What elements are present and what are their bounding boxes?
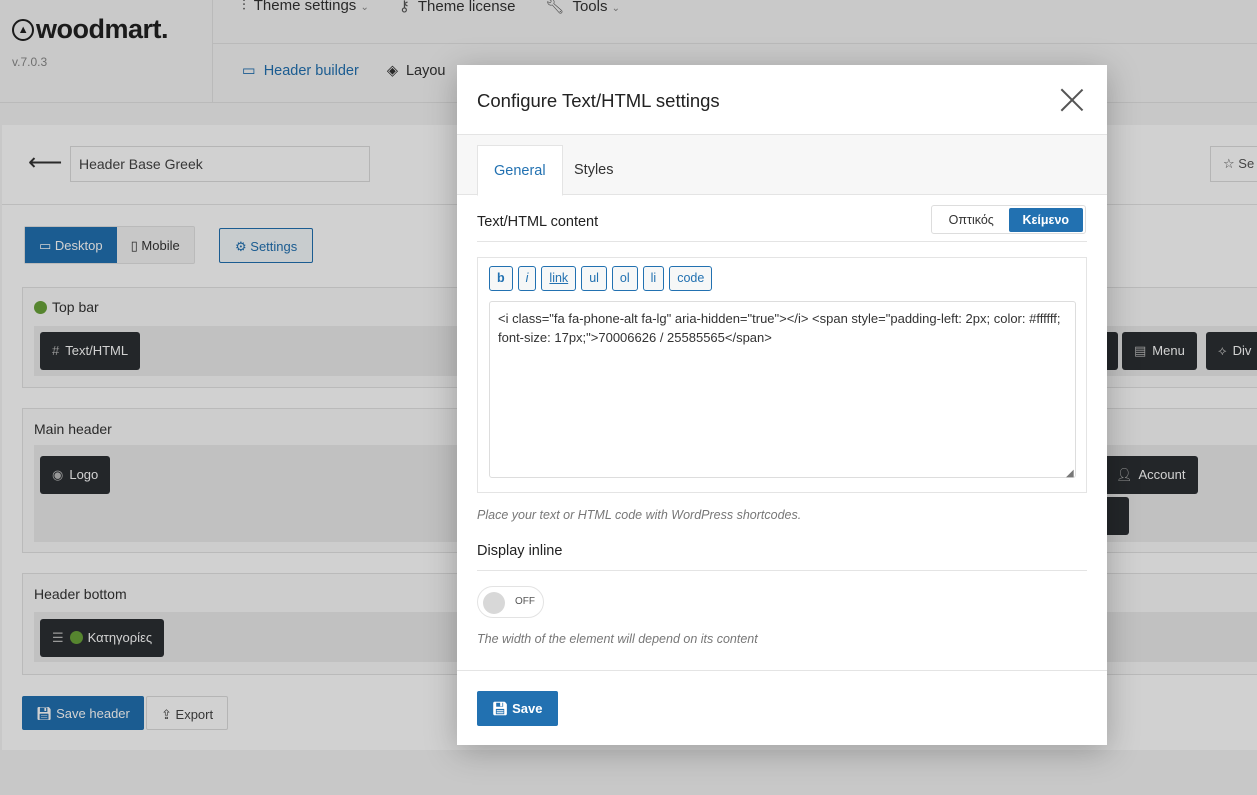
tab-general[interactable]: General bbox=[477, 145, 563, 196]
content-hint: Place your text or HTML code with WordPr… bbox=[477, 508, 802, 522]
quicktag-ul-button[interactable]: ul bbox=[581, 266, 607, 291]
display-inline-toggle[interactable]: OFF bbox=[477, 586, 544, 618]
quicktag-italic-button[interactable]: i bbox=[517, 266, 537, 291]
section-divider bbox=[477, 570, 1087, 571]
editor-box: b i link ul ol li code <i class="fa fa-p… bbox=[477, 257, 1087, 493]
quicktag-bold-button[interactable]: b bbox=[489, 266, 513, 291]
html-content-textarea[interactable]: <i class="fa fa-phone-alt fa-lg" aria-hi… bbox=[489, 301, 1076, 478]
quicktag-ol-button[interactable]: ol bbox=[611, 266, 638, 291]
mode-text[interactable]: Κείμενο bbox=[1008, 207, 1083, 232]
modal-footer-divider bbox=[457, 670, 1107, 671]
resize-handle-icon[interactable]: ◢ bbox=[1066, 468, 1074, 479]
save-button[interactable]: 💾︎ Save bbox=[477, 691, 558, 726]
display-inline-title: Display inline bbox=[477, 543, 563, 559]
modal-tabs: General Styles bbox=[457, 135, 1107, 196]
modal-header: Configure Text/HTML settings bbox=[457, 65, 1107, 135]
display-inline-hint: The width of the element will depend on … bbox=[477, 632, 758, 646]
section-divider bbox=[477, 241, 1087, 242]
modal-title: Configure Text/HTML settings bbox=[477, 90, 720, 111]
text-html-settings-modal: Configure Text/HTML settings General Sty… bbox=[457, 65, 1107, 745]
quicktag-li-button[interactable]: li bbox=[642, 266, 665, 291]
save-icon: 💾︎ bbox=[492, 701, 509, 716]
toggle-knob bbox=[483, 592, 505, 614]
tab-styles[interactable]: Styles bbox=[558, 145, 630, 196]
close-icon[interactable] bbox=[1059, 87, 1085, 113]
quicktag-code-button[interactable]: code bbox=[669, 266, 713, 291]
content-section-title: Text/HTML content bbox=[477, 214, 599, 230]
save-label: Save bbox=[512, 701, 543, 716]
quicktags-toolbar: b i link ul ol li code bbox=[489, 266, 713, 291]
mode-visual[interactable]: Οπτικός bbox=[934, 213, 1009, 227]
toggle-state-label: OFF bbox=[515, 596, 535, 607]
editor-mode-switch: Οπτικός Κείμενο bbox=[931, 205, 1086, 234]
quicktag-link-button[interactable]: link bbox=[541, 266, 577, 291]
